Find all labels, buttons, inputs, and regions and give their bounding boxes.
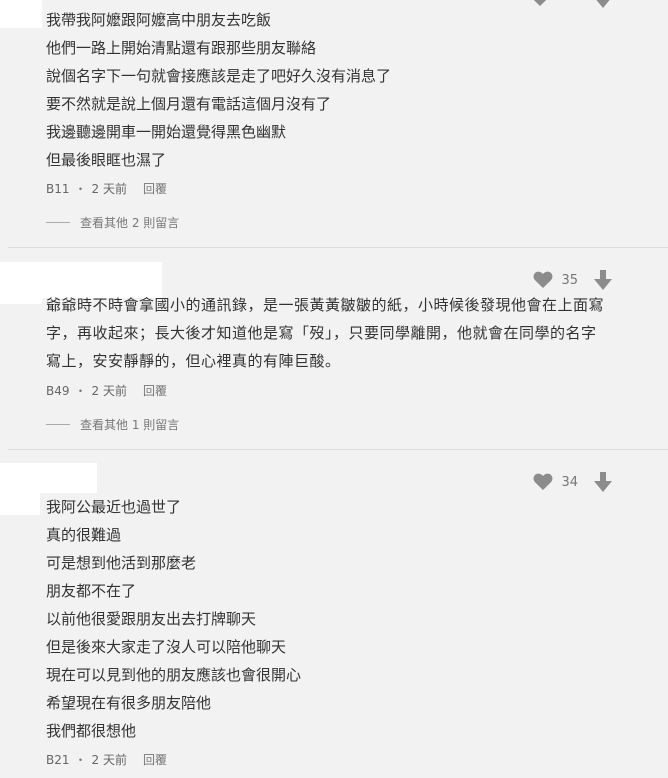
- divider-dash: [46, 222, 70, 223]
- timestamp: 2 天前: [91, 753, 127, 767]
- comment-line: 希望現在有很多朋友陪他: [46, 694, 212, 712]
- like-count: 34: [561, 474, 578, 490]
- avatar: [0, 0, 42, 28]
- comment-meta: B49 ・ 2 天前 回覆: [46, 382, 167, 399]
- comment-line: 可是想到他活到那麼老: [46, 554, 197, 572]
- arrow-down-icon[interactable]: [594, 472, 612, 492]
- comment-divider: [8, 449, 668, 450]
- meta-separator: ・: [74, 753, 87, 767]
- comment-line: 但是後來大家走了沒人可以陪他聊天: [46, 638, 287, 656]
- comment-line: 他們一路上開始清點還有跟那些朋友聯絡: [46, 39, 317, 57]
- reply-button[interactable]: 回覆: [143, 382, 167, 399]
- comment-line: 我帶我阿嬤跟阿嬤高中朋友去吃飯: [46, 11, 272, 29]
- avatar: [0, 298, 42, 304]
- comment-body: 我阿公最近也過世了 真的很難過 可是想到他活到那麼老 朋友都不在了 以前他很愛跟…: [46, 493, 628, 745]
- comment-line: 我們都很想他: [46, 722, 137, 740]
- heart-icon[interactable]: [533, 271, 553, 289]
- comment-line: 我阿公最近也過世了: [46, 498, 182, 516]
- heart-icon[interactable]: [533, 473, 553, 491]
- meta-separator: ・: [74, 384, 87, 398]
- view-more-label: 查看其他 1 則留言: [80, 418, 180, 432]
- comment-meta: B21 ・ 2 天前 回覆: [46, 751, 167, 768]
- comment-body: 我帶我阿嬤跟阿嬤高中朋友去吃飯 他們一路上開始清點還有跟那些朋友聯絡 說個名字下…: [46, 6, 628, 174]
- arrow-down-icon[interactable]: [594, 270, 612, 290]
- comment-actions: 34: [533, 472, 612, 492]
- comment-actions: 35: [533, 270, 612, 290]
- view-more-replies[interactable]: 查看其他 1 則留言: [46, 416, 179, 433]
- comment-line: 但最後眼眶也濕了: [46, 151, 167, 169]
- comment-line: 要不然就是說上個月還有電話這個月沒有了: [46, 95, 332, 113]
- like-count: 35: [561, 272, 578, 288]
- comment-meta: B11 ・ 2 天前 回覆: [46, 180, 167, 197]
- timestamp: 2 天前: [91, 384, 127, 398]
- avatar: [0, 463, 97, 493]
- avatar: [0, 493, 40, 515]
- meta-separator: ・: [74, 182, 87, 196]
- floor-number: B11: [46, 181, 70, 196]
- comment-line: 朋友都不在了: [46, 582, 137, 600]
- timestamp: 2 天前: [91, 182, 127, 196]
- comment-text: 爺爺時不時會拿國小的通訊錄，是一張黃黃皺皺的紙，小時候後發現他會在上面寫字，再收…: [46, 296, 605, 370]
- comment-line: 我邊聽邊開車一開始還覺得黑色幽默: [46, 123, 287, 141]
- reply-button[interactable]: 回覆: [143, 180, 167, 197]
- comment-line: 真的很難過: [46, 526, 122, 544]
- floor-number: B49: [46, 383, 70, 398]
- view-more-label: 查看其他 2 則留言: [80, 216, 180, 230]
- comment-line: 以前他很愛跟朋友出去打牌聊天: [46, 610, 257, 628]
- comment-body: 爺爺時不時會拿國小的通訊錄，是一張黃黃皺皺的紙，小時候後發現他會在上面寫字，再收…: [46, 291, 610, 375]
- comment-divider: [8, 247, 668, 248]
- divider-dash: [46, 424, 70, 425]
- comment-line: 說個名字下一句就會接應該是走了吧好久沒有消息了: [46, 67, 392, 85]
- view-more-replies[interactable]: 查看其他 2 則留言: [46, 214, 179, 231]
- comment-line: 現在可以見到他的朋友應該也會很開心: [46, 666, 302, 684]
- reply-button[interactable]: 回覆: [143, 751, 167, 768]
- floor-number: B21: [46, 752, 70, 767]
